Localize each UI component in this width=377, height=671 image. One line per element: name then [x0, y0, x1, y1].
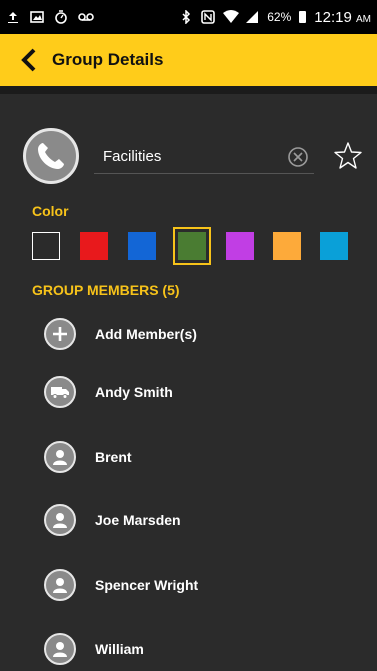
member-name: William	[95, 641, 144, 657]
swatch-purple[interactable]	[226, 232, 254, 260]
group-name-value: Facilities	[103, 148, 162, 165]
clock: 12:19 AM	[314, 8, 371, 26]
clear-name-button[interactable]	[287, 146, 309, 168]
battery-icon	[299, 11, 307, 23]
person-icon	[44, 569, 76, 601]
add-icon	[44, 318, 76, 350]
swatch-green[interactable]	[173, 227, 211, 265]
timer-icon	[54, 10, 68, 24]
swatch-cyan[interactable]	[320, 232, 348, 260]
group-avatar[interactable]	[23, 128, 79, 184]
app-header: Group Details	[0, 34, 377, 86]
status-left	[6, 10, 94, 24]
header-divider	[0, 86, 377, 94]
upload-icon	[6, 10, 20, 24]
status-bar: 62% 12:19 AM	[0, 0, 377, 34]
nfc-icon	[201, 10, 216, 24]
wifi-icon	[223, 10, 240, 24]
signal-icon	[245, 10, 259, 24]
person-icon	[44, 441, 76, 473]
voicemail-icon	[78, 10, 94, 24]
back-button[interactable]	[8, 34, 48, 86]
chevron-left-icon	[21, 48, 36, 72]
member-name: Andy Smith	[95, 384, 173, 400]
swatch-blue[interactable]	[128, 232, 156, 260]
member-row[interactable]: Joe Marsden	[0, 498, 377, 542]
star-icon	[334, 142, 362, 169]
member-name: Spencer Wright	[95, 577, 199, 593]
add-member-button[interactable]: Add Member(s)	[0, 312, 377, 356]
group-members-label: GROUP MEMBERS (5)	[32, 282, 180, 298]
person-icon	[44, 633, 76, 665]
member-row[interactable]: Spencer Wright	[0, 563, 377, 607]
status-right: 62% 12:19 AM	[179, 9, 371, 26]
person-icon	[44, 504, 76, 536]
bluetooth-icon	[179, 9, 193, 25]
truck-icon	[44, 376, 76, 408]
phone-icon	[38, 143, 64, 169]
member-row[interactable]: Brent	[0, 435, 377, 479]
member-name: Brent	[95, 449, 132, 465]
member-row[interactable]: William	[0, 627, 377, 671]
add-member-label: Add Member(s)	[95, 326, 197, 342]
swatch-orange[interactable]	[273, 232, 301, 260]
member-row[interactable]: Andy Smith	[0, 370, 377, 414]
favorite-button[interactable]	[333, 141, 363, 171]
clear-icon	[288, 147, 308, 167]
battery-percent: 62%	[267, 10, 292, 24]
member-name: Joe Marsden	[95, 512, 181, 528]
page-title: Group Details	[52, 50, 164, 69]
color-label: Color	[32, 203, 69, 219]
swatch-red[interactable]	[80, 232, 108, 260]
image-icon	[30, 10, 44, 24]
swatch-white[interactable]	[32, 232, 60, 260]
color-swatches	[32, 227, 352, 265]
group-name-field[interactable]: Facilities	[94, 140, 314, 174]
